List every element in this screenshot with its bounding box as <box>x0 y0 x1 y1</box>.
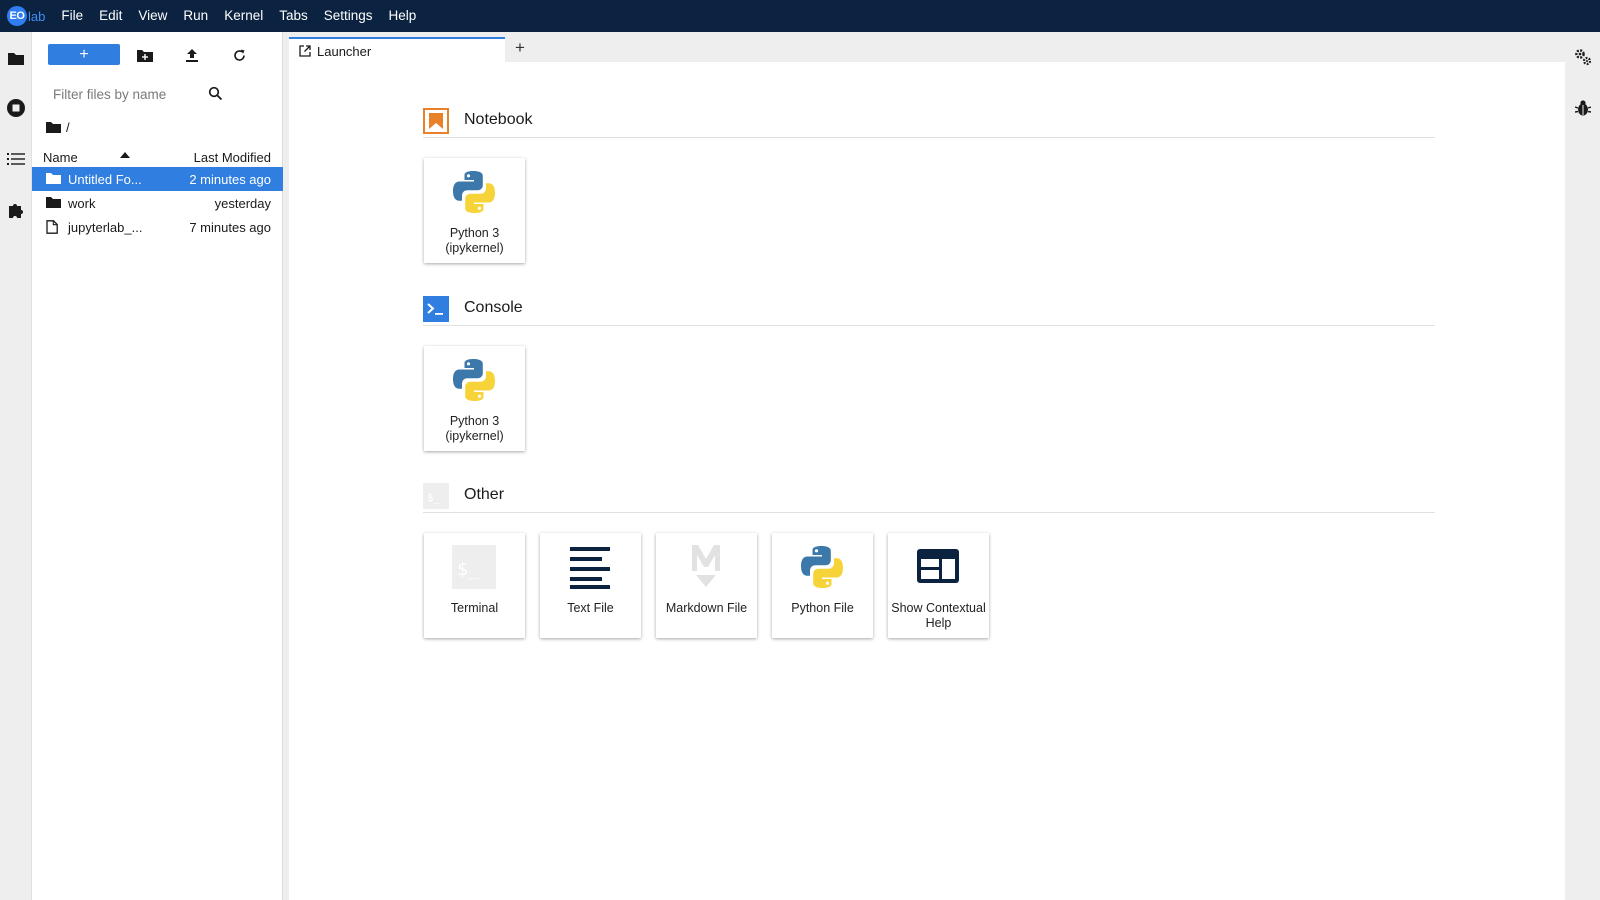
filter-box <box>48 82 226 106</box>
section-header: Notebook <box>423 102 1435 138</box>
debugger-tab[interactable] <box>1572 97 1594 119</box>
text-file-card[interactable]: Text File <box>540 533 641 638</box>
property-inspector-tab[interactable] <box>1572 46 1594 68</box>
file-browser-panel: + / Name Last Modified Untitled Fo... 2 … <box>32 32 283 900</box>
right-activity-bar <box>1565 32 1600 900</box>
menu-settings[interactable]: Settings <box>316 0 381 32</box>
new-folder-icon <box>137 49 153 62</box>
filter-files-input[interactable] <box>48 82 198 106</box>
card-label: Text File <box>567 601 614 615</box>
running-sessions-tab[interactable] <box>4 96 28 120</box>
menu-bar: EO lab File Edit View Run Kernel Tabs Se… <box>0 0 1600 32</box>
file-row[interactable]: Untitled Fo... 2 minutes ago <box>32 167 283 191</box>
last-modified-column-header[interactable]: Last Modified <box>194 150 271 165</box>
text-file-icon <box>570 547 610 589</box>
markdown-icon <box>692 545 720 587</box>
section-header: $_ Other <box>423 477 1435 513</box>
upload-icon <box>186 48 198 62</box>
table-of-contents-tab[interactable] <box>4 147 28 171</box>
logo-lab-text: lab <box>28 8 46 24</box>
terminal-icon: $_ <box>423 483 449 509</box>
other-section: $_ Other $_ Terminal Text File Markdown … <box>423 477 1435 638</box>
tab-label: Launcher <box>317 43 372 59</box>
menu-run[interactable]: Run <box>175 0 216 32</box>
menu-file[interactable]: File <box>53 0 91 32</box>
breadcrumb-root[interactable]: / <box>66 120 70 135</box>
home-folder-icon[interactable] <box>46 121 61 133</box>
sort-ascending-icon <box>120 152 130 158</box>
tab-bar: Launcher + <box>289 32 1565 63</box>
search-icon[interactable] <box>208 86 223 101</box>
menu-tabs[interactable]: Tabs <box>271 0 316 32</box>
file-row[interactable]: jupyterlab_... 7 minutes ago <box>32 215 283 239</box>
notebook-icon <box>423 108 449 134</box>
bug-icon <box>1575 100 1591 116</box>
file-modified: 2 minutes ago <box>189 171 271 187</box>
breadcrumb: / <box>46 118 70 136</box>
stop-circle-icon <box>7 99 25 117</box>
name-column-header[interactable]: Name <box>43 150 78 165</box>
terminal-card[interactable]: $_ Terminal <box>424 533 525 638</box>
section-title: Notebook <box>464 111 533 128</box>
upload-button[interactable] <box>182 45 202 65</box>
card-label: Python 3 (ipykernel) <box>445 226 504 255</box>
file-modified: yesterday <box>214 195 271 211</box>
card-label: Python File <box>791 601 854 615</box>
card-label: Markdown File <box>665 601 748 615</box>
section-header: Console <box>423 290 1435 326</box>
console-icon <box>423 296 449 322</box>
refresh-button[interactable] <box>229 45 249 65</box>
folder-icon <box>8 52 24 65</box>
notebook-section: Notebook Python 3 (ipykernel) <box>423 102 1435 263</box>
terminal-icon: $_ <box>452 545 496 589</box>
file-icon <box>46 220 58 234</box>
extension-manager-tab[interactable] <box>4 198 28 222</box>
file-browser-toolbar: + <box>32 44 283 66</box>
menu-view[interactable]: View <box>130 0 175 32</box>
menu-kernel[interactable]: Kernel <box>216 0 271 32</box>
markdown-file-card[interactable]: Markdown File <box>656 533 757 638</box>
launcher: Notebook Python 3 (ipykernel) Console Py… <box>289 62 1565 900</box>
folder-icon <box>46 173 61 184</box>
puzzle-icon <box>9 204 23 218</box>
python-icon <box>453 171 495 213</box>
file-modified: 7 minutes ago <box>189 219 271 235</box>
section-title: Other <box>464 486 505 503</box>
python-icon <box>453 359 495 401</box>
folder-icon <box>46 197 61 208</box>
file-name: jupyterlab_... <box>68 219 143 235</box>
file-browser-tab[interactable] <box>4 46 28 70</box>
file-name: work <box>68 195 96 211</box>
add-tab-button[interactable]: + <box>510 38 530 58</box>
card-label: Show Contextual Help <box>891 601 986 630</box>
notebook-python3-card[interactable]: Python 3 (ipykernel) <box>424 158 525 263</box>
contextual-help-card[interactable]: Show Contextual Help <box>888 533 989 638</box>
launch-icon <box>299 45 311 57</box>
contextual-help-icon <box>917 549 959 583</box>
main-area: Launcher + Notebook Python 3 (ipykernel) <box>289 32 1565 900</box>
console-python3-card[interactable]: Python 3 (ipykernel) <box>424 346 525 451</box>
file-row[interactable]: work yesterday <box>32 191 283 215</box>
svg-text:$_: $_ <box>457 559 479 580</box>
console-section: Console Python 3 (ipykernel) <box>423 290 1435 451</box>
card-label: Terminal <box>450 601 499 615</box>
menu-edit[interactable]: Edit <box>91 0 130 32</box>
left-activity-bar <box>0 32 32 900</box>
card-label: Python 3 (ipykernel) <box>445 414 504 443</box>
tab-launcher[interactable]: Launcher <box>289 37 505 63</box>
menu-help[interactable]: Help <box>381 0 425 32</box>
eolab-logo: EO lab <box>7 0 45 32</box>
new-launcher-button[interactable]: + <box>48 44 120 65</box>
gears-icon <box>1575 49 1592 66</box>
new-folder-button[interactable] <box>135 45 155 65</box>
python-icon <box>801 546 843 588</box>
refresh-icon <box>233 49 245 61</box>
file-list-header: Name Last Modified <box>32 147 283 167</box>
svg-text:$_: $_ <box>427 491 441 504</box>
file-name: Untitled Fo... <box>68 171 142 187</box>
logo-circle-icon: EO <box>7 6 27 26</box>
list-icon <box>7 153 25 165</box>
section-title: Console <box>464 299 523 316</box>
python-file-card[interactable]: Python File <box>772 533 873 638</box>
